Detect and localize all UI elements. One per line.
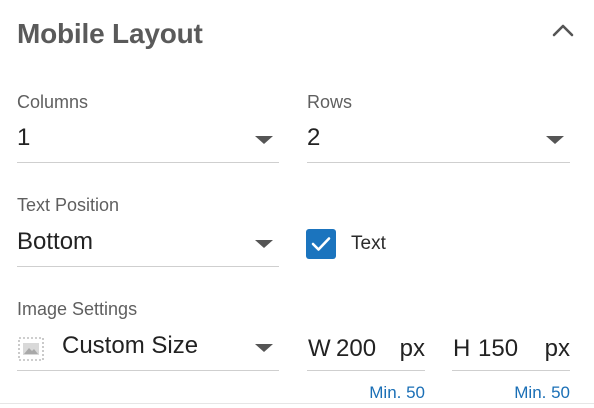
mobile-layout-panel: Mobile Layout Columns 1 Rows 2 Text Posi… xyxy=(0,0,594,408)
image-size-value: Custom Size xyxy=(62,332,199,359)
width-prefix: W xyxy=(308,335,331,362)
width-unit: px xyxy=(399,335,425,362)
text-checkbox-label: Text xyxy=(351,233,386,254)
checkmark-icon xyxy=(311,237,331,251)
caret-down-icon xyxy=(546,136,564,144)
height-field[interactable]: H 150 px xyxy=(452,326,570,371)
text-checkbox[interactable] xyxy=(306,229,336,259)
width-input[interactable]: 200 xyxy=(336,335,376,363)
height-unit: px xyxy=(544,335,570,362)
chevron-up-icon xyxy=(552,24,574,37)
text-position-value: Bottom xyxy=(17,228,94,255)
height-input[interactable]: 150 xyxy=(478,335,518,363)
rows-label: Rows xyxy=(307,92,353,112)
image-size-select[interactable]: Custom Size xyxy=(17,326,279,371)
width-min-hint: Min. 50 xyxy=(369,383,425,402)
columns-select[interactable]: 1 xyxy=(17,118,279,163)
caret-down-icon xyxy=(255,344,273,352)
rows-value: 2 xyxy=(307,124,321,151)
rows-select[interactable]: 2 xyxy=(307,118,570,163)
collapse-button[interactable] xyxy=(548,18,578,42)
height-prefix: H xyxy=(453,335,471,362)
height-min-hint: Min. 50 xyxy=(514,383,570,402)
divider xyxy=(0,403,594,404)
columns-label: Columns xyxy=(17,92,89,112)
caret-down-icon xyxy=(255,136,273,144)
text-position-label: Text Position xyxy=(17,195,120,215)
text-position-select[interactable]: Bottom xyxy=(17,222,279,267)
caret-down-icon xyxy=(255,240,273,248)
image-settings-label: Image Settings xyxy=(17,299,138,319)
columns-value: 1 xyxy=(17,124,31,151)
width-field[interactable]: W 200 px xyxy=(307,326,425,371)
panel-title: Mobile Layout xyxy=(17,18,203,49)
